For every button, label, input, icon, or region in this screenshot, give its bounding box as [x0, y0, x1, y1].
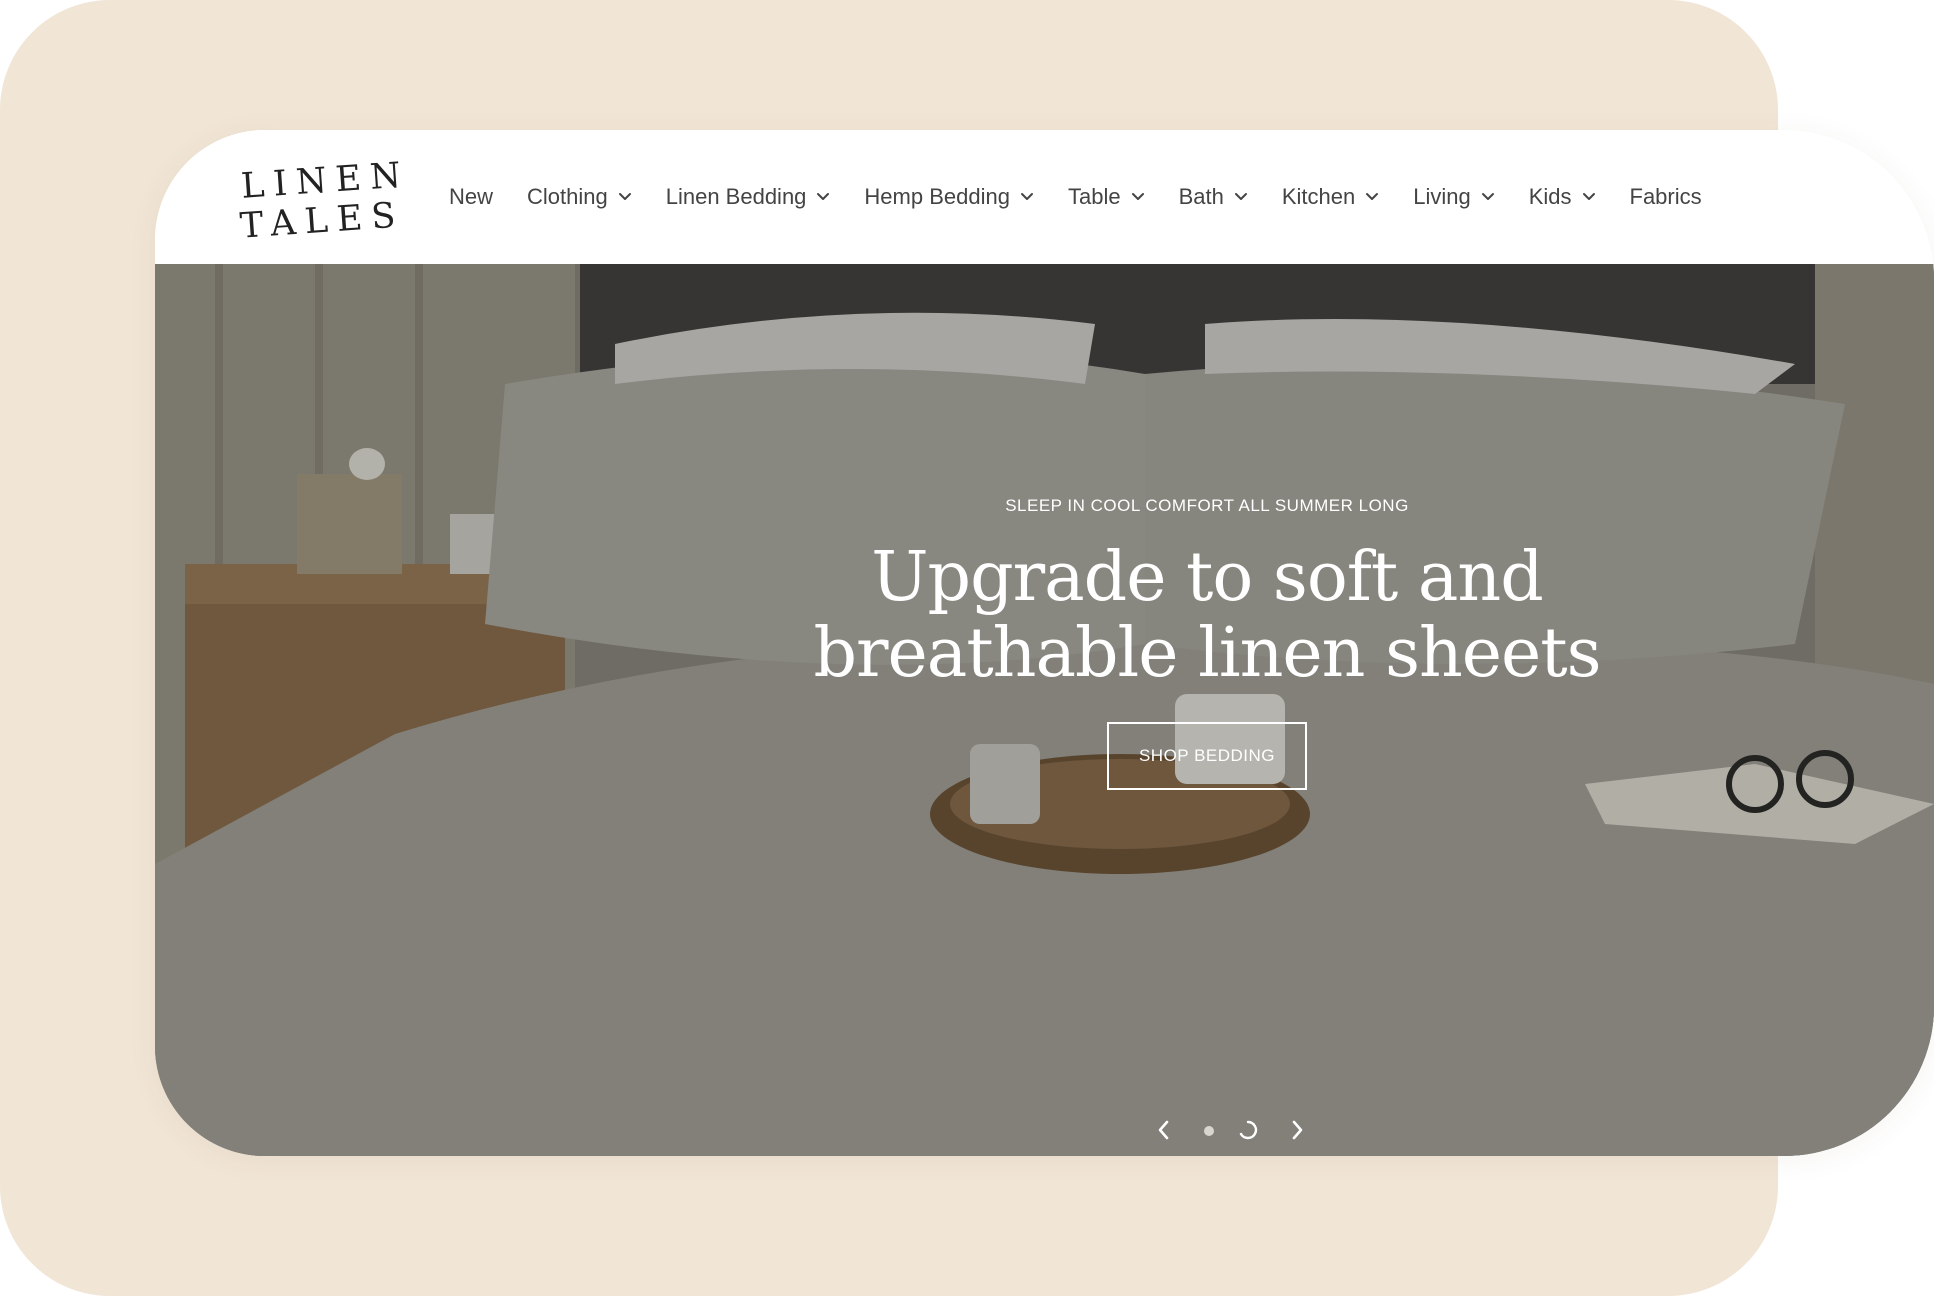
nav-item-label: New	[449, 184, 494, 209]
chevron-down-icon	[1020, 193, 1033, 200]
chevron-down-icon	[1131, 193, 1144, 200]
headline-line-1: Upgrade to soft and	[871, 538, 1543, 617]
chevron-down-icon	[1582, 193, 1595, 200]
nav-item-fabrics[interactable]: Fabrics	[1630, 184, 1702, 210]
main-nav: New Clothing Linen Bedding Hemp Bedding Tabl…	[449, 130, 1736, 264]
chevron-down-icon	[1366, 193, 1379, 200]
nav-item-bath[interactable]: Bath	[1179, 184, 1248, 210]
slider-controls	[155, 1110, 1934, 1150]
chevron-down-icon	[1234, 193, 1247, 200]
progress-ring-icon[interactable]	[1238, 1120, 1258, 1140]
nav-item-label: Table	[1067, 184, 1121, 209]
chevron-down-icon	[817, 193, 830, 200]
brand-logo[interactable]: LINEN TALES	[238, 154, 411, 247]
hero-content: SLEEP IN COOL COMFORT ALL SUMMER LONG Up…	[807, 496, 1607, 791]
nav-item-label: Living	[1413, 184, 1471, 209]
nav-item-clothing[interactable]: Clothing	[527, 184, 632, 210]
site-header: LINEN TALES New Clothing Linen Bedding Hemp…	[155, 130, 1934, 264]
nav-item-label: Kitchen	[1281, 184, 1356, 209]
nav-item-kitchen[interactable]: Kitchen	[1282, 184, 1379, 210]
chevron-down-icon	[618, 193, 631, 200]
nav-item-label: Fabrics	[1629, 184, 1702, 209]
hero-eyebrow: SLEEP IN COOL COMFORT ALL SUMMER LONG	[1005, 496, 1409, 515]
nav-item-linen-bedding[interactable]: Linen Bedding	[666, 184, 831, 210]
nav-item-living[interactable]: Living	[1413, 184, 1494, 210]
nav-item-table[interactable]: Table	[1068, 184, 1145, 210]
headline-line-2: breathable linen sheets	[813, 614, 1602, 694]
hero-headline: Upgrade to soft and breathable linen she…	[807, 538, 1607, 694]
nav-item-kids[interactable]: Kids	[1529, 184, 1596, 210]
nav-item-label: Linen Bedding	[665, 184, 807, 209]
nav-item-label: Bath	[1178, 184, 1224, 209]
nav-item-label: Kids	[1528, 184, 1572, 209]
nav-item-new[interactable]: New	[449, 184, 493, 210]
logo-line-2: TALES	[238, 195, 406, 247]
nav-item-label: Hemp Bedding	[864, 184, 1010, 209]
hero-banner: SLEEP IN COOL COMFORT ALL SUMMER LONG Up…	[155, 264, 1934, 1156]
browser-window: LINEN TALES New Clothing Linen Bedding Hemp…	[155, 130, 1934, 1156]
nav-item-label: Clothing	[527, 184, 608, 209]
shop-bedding-button[interactable]: SHOP BEDDING	[1106, 722, 1308, 791]
nav-item-hemp-bedding[interactable]: Hemp Bedding	[864, 184, 1034, 210]
chevron-down-icon	[1481, 193, 1494, 200]
chevron-left-icon[interactable]	[1155, 1118, 1173, 1142]
chevron-right-icon[interactable]	[1288, 1118, 1306, 1142]
slide-dot-1[interactable]	[1204, 1126, 1214, 1136]
